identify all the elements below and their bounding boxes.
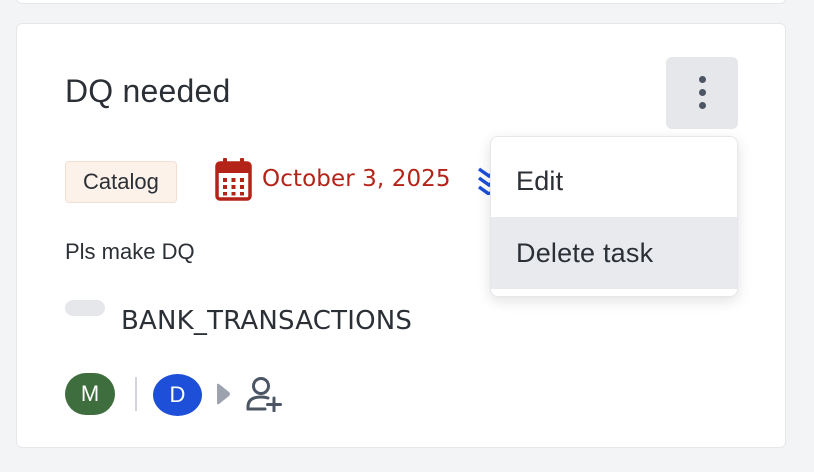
calendar-icon [215, 158, 252, 201]
menu-item-edit[interactable]: Edit [491, 145, 737, 217]
task-options-menu: Edit Delete task [490, 136, 738, 297]
user-plus-icon[interactable] [245, 376, 283, 412]
kebab-vertical-icon [699, 76, 706, 83]
task-description: Pls make DQ [65, 239, 195, 264]
more-options-button[interactable] [666, 57, 738, 129]
dataset-name[interactable]: BANK_TRANSACTIONS [121, 306, 412, 336]
menu-item-delete-task[interactable]: Delete task [491, 217, 737, 289]
previous-task-card [16, 0, 786, 4]
dataset-pill-icon [65, 300, 105, 316]
due-date[interactable]: October 3, 2025 [262, 166, 451, 192]
avatar[interactable]: D [153, 374, 202, 416]
task-tag[interactable]: Catalog [65, 161, 177, 203]
avatar[interactable]: M [65, 373, 115, 415]
caret-right-icon [217, 383, 230, 405]
avatar-divider [135, 377, 137, 411]
task-title: DQ needed [65, 73, 231, 109]
